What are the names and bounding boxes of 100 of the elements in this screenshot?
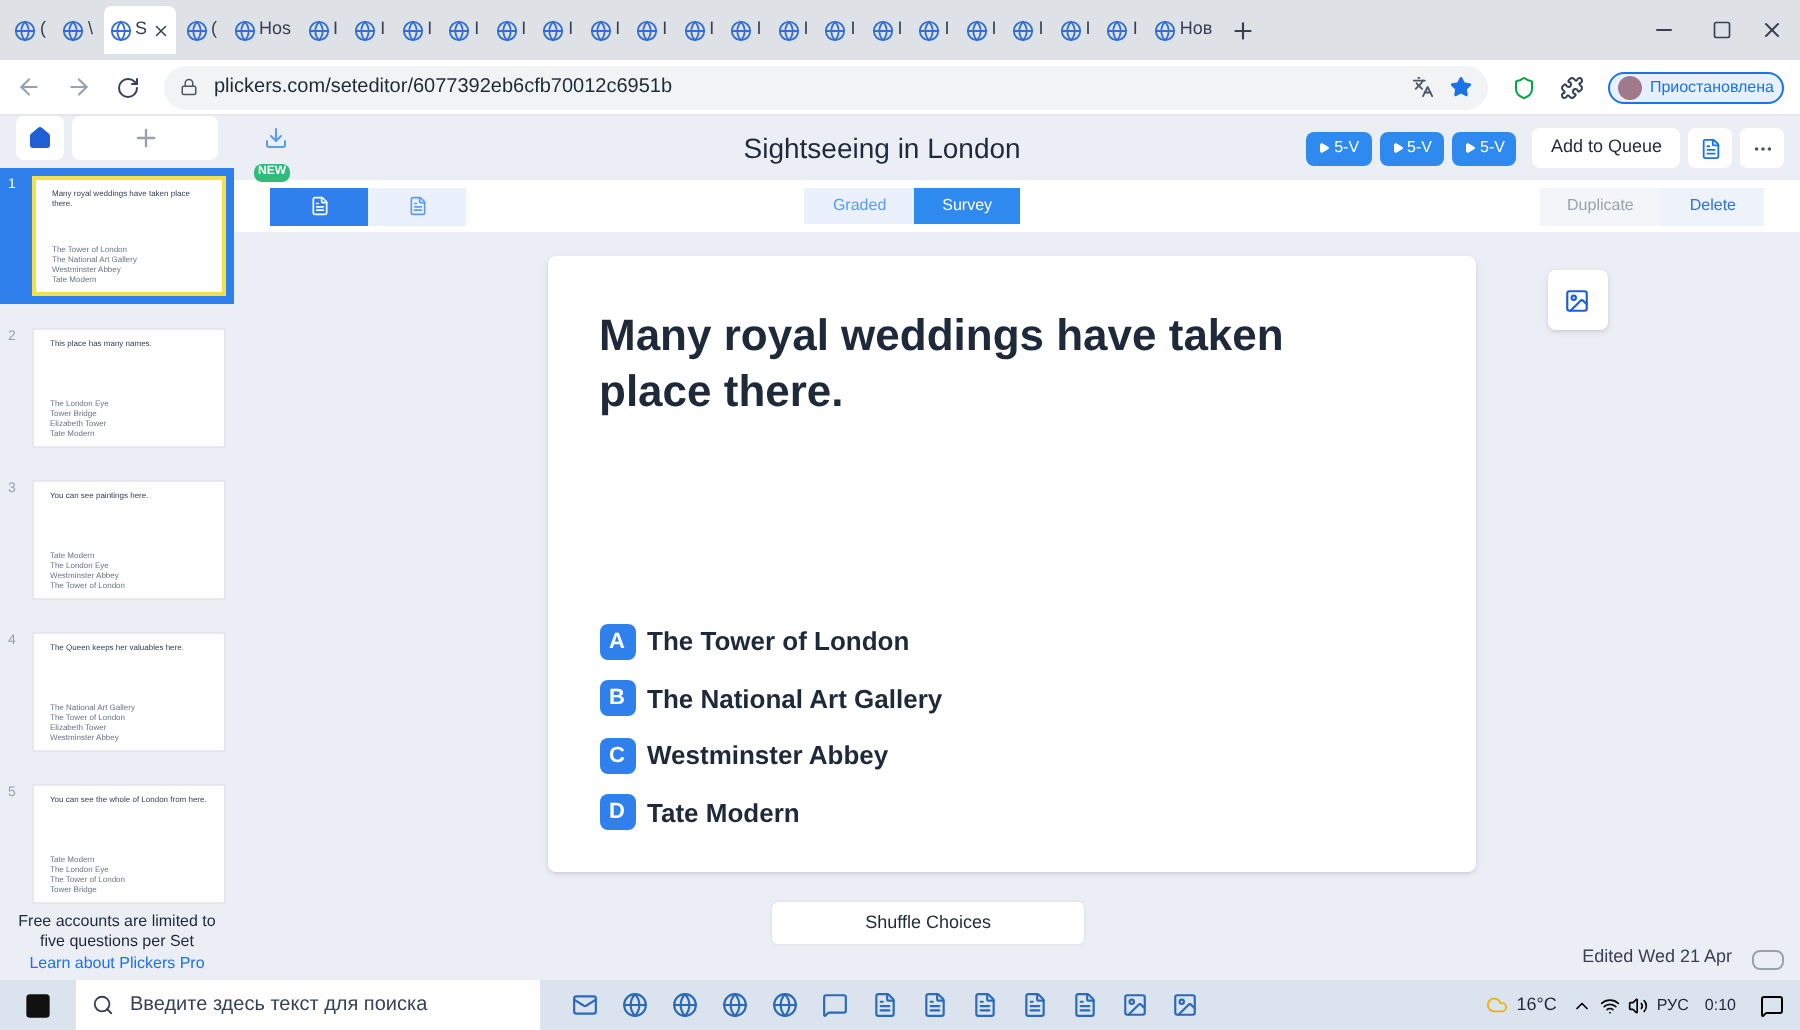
tab-favicon-icon	[636, 19, 659, 41]
browser-tab[interactable]: I	[442, 6, 486, 54]
edited-date: Edited Wed 21 Apr	[1582, 943, 1732, 970]
browser-tab[interactable]: (	[8, 6, 52, 54]
tab-favicon-icon	[233, 19, 256, 41]
plus-icon	[131, 124, 159, 152]
volume-icon	[1628, 995, 1649, 1015]
browser-tab[interactable]: I	[959, 6, 1003, 54]
extensions-icon	[1559, 75, 1584, 99]
action-button[interactable]: Delete	[1661, 187, 1764, 225]
weather-icon	[1486, 994, 1509, 1016]
browser-tab[interactable]: I	[818, 6, 862, 54]
play-icon	[1391, 142, 1404, 154]
taskbar-app-icon[interactable]	[1022, 992, 1048, 1018]
text-layout-icon	[309, 196, 329, 216]
browser-tab[interactable]: I	[865, 6, 909, 54]
choice-text[interactable]: Tate Modern	[647, 793, 800, 832]
taskbar-app-icon[interactable]	[872, 992, 898, 1018]
clock-time: 0:10	[1704, 993, 1736, 1017]
tab-favicon-icon	[1059, 19, 1082, 41]
set-title: Sightseeing in London	[743, 129, 1021, 168]
add-image-button[interactable]	[1547, 270, 1607, 330]
add-to-queue-button[interactable]: Add to Queue	[1532, 128, 1680, 168]
browser-tab[interactable]: (	[179, 6, 224, 54]
tab-favicon-icon	[307, 19, 330, 41]
browser-tab[interactable]: I	[677, 6, 721, 54]
taskbar-app-icon[interactable]	[722, 992, 748, 1018]
tab-favicon-icon	[185, 19, 208, 41]
choice-letter: A	[599, 623, 635, 660]
taskbar-app-icon[interactable]	[672, 992, 698, 1018]
taskbar-app-icon[interactable]	[622, 992, 648, 1018]
tab-favicon-icon	[495, 19, 518, 41]
choice-letter: B	[599, 680, 635, 717]
search-icon	[92, 994, 114, 1016]
home-icon	[28, 126, 52, 150]
tab-favicon-icon	[824, 19, 847, 41]
tab-favicon-icon	[918, 19, 941, 41]
address-bar[interactable]: plickers.com/seteditor/6077392eb6cfb70012c6951b	[164, 65, 1488, 109]
tab-favicon-icon	[109, 19, 132, 41]
taskbar-app-icon[interactable]	[572, 992, 598, 1018]
browser-tab[interactable]: I	[395, 6, 439, 54]
choice-letter: C	[599, 737, 635, 774]
browser-tab[interactable]: I	[912, 6, 956, 54]
tab-favicon-icon	[1106, 19, 1129, 41]
document-icon	[1699, 137, 1721, 159]
browser-tab[interactable]: I	[1006, 6, 1050, 54]
browser-tab[interactable]: I	[348, 6, 392, 54]
taskbar-app-icon[interactable]	[822, 992, 848, 1018]
browser-tab[interactable]: I	[536, 6, 580, 54]
translate-icon	[1411, 76, 1434, 98]
image-icon	[1564, 287, 1590, 313]
browser-tab[interactable]: I	[630, 6, 674, 54]
play-icon	[1318, 142, 1331, 154]
choice-text[interactable]: The Tower of London	[647, 622, 910, 661]
browser-tab[interactable]: I	[301, 6, 345, 54]
taskbar-app-icon[interactable]	[922, 992, 948, 1018]
shuffle-choices-button[interactable]: Shuffle Choices	[770, 900, 1087, 946]
choice-text[interactable]: The National Art Gallery	[647, 679, 943, 718]
taskbar-app-icon[interactable]	[1072, 992, 1098, 1018]
home-button[interactable]	[16, 116, 64, 160]
tab-favicon-icon	[730, 19, 753, 41]
taskbar-search-field[interactable]: Введите здесь текст для поиска	[76, 980, 540, 1030]
restore-icon	[1712, 20, 1732, 40]
browser-tab[interactable]: \	[56, 6, 100, 54]
profile-button[interactable]: Приостановлена	[1607, 71, 1784, 103]
tab-favicon-icon	[1012, 19, 1035, 41]
back-icon	[16, 74, 42, 100]
tab-favicon-icon	[589, 19, 612, 41]
question-text[interactable]: Many royal weddings have taken place there.	[599, 308, 1359, 420]
taskbar-app-icon[interactable]	[1122, 992, 1148, 1018]
browser-tab[interactable]: Нов	[1147, 6, 1219, 54]
tab-favicon-icon	[62, 19, 84, 41]
browser-tab[interactable]: Hos	[227, 6, 298, 54]
text-layout-icon	[407, 196, 427, 216]
taskbar-app-icon[interactable]	[772, 992, 798, 1018]
layout-tab[interactable]	[368, 187, 466, 225]
notes-button[interactable]	[1688, 128, 1732, 168]
tab-favicon-icon	[965, 19, 988, 41]
star-icon	[1449, 76, 1472, 98]
notifications-icon	[1760, 993, 1784, 1017]
browser-tab[interactable]: I	[583, 6, 627, 54]
browser-tab[interactable]: I	[1100, 6, 1144, 54]
browser-tab[interactable]: I	[724, 6, 768, 54]
new-tab-icon	[1230, 17, 1257, 43]
tab-favicon-icon	[401, 19, 424, 41]
layout-tab[interactable]	[270, 187, 368, 225]
taskbar-app-icon[interactable]	[1172, 992, 1198, 1018]
choice-letter: D	[599, 794, 635, 831]
taskbar-app-icon[interactable]	[972, 992, 998, 1018]
browser-tab[interactable]: I	[489, 6, 533, 54]
tab-favicon-icon	[871, 19, 894, 41]
close-icon	[1760, 18, 1784, 42]
start-icon	[24, 991, 52, 1019]
lock-icon	[180, 78, 198, 96]
choice-text[interactable]: Westminster Abbey	[647, 736, 889, 775]
browser-tab[interactable]: S	[103, 6, 176, 54]
browser-tab[interactable]: I	[771, 6, 815, 54]
browser-tab[interactable]: I	[1053, 6, 1097, 54]
shield-icon	[1511, 75, 1536, 99]
plickers-pro-link[interactable]: Learn about Plickers Pro	[29, 952, 205, 976]
